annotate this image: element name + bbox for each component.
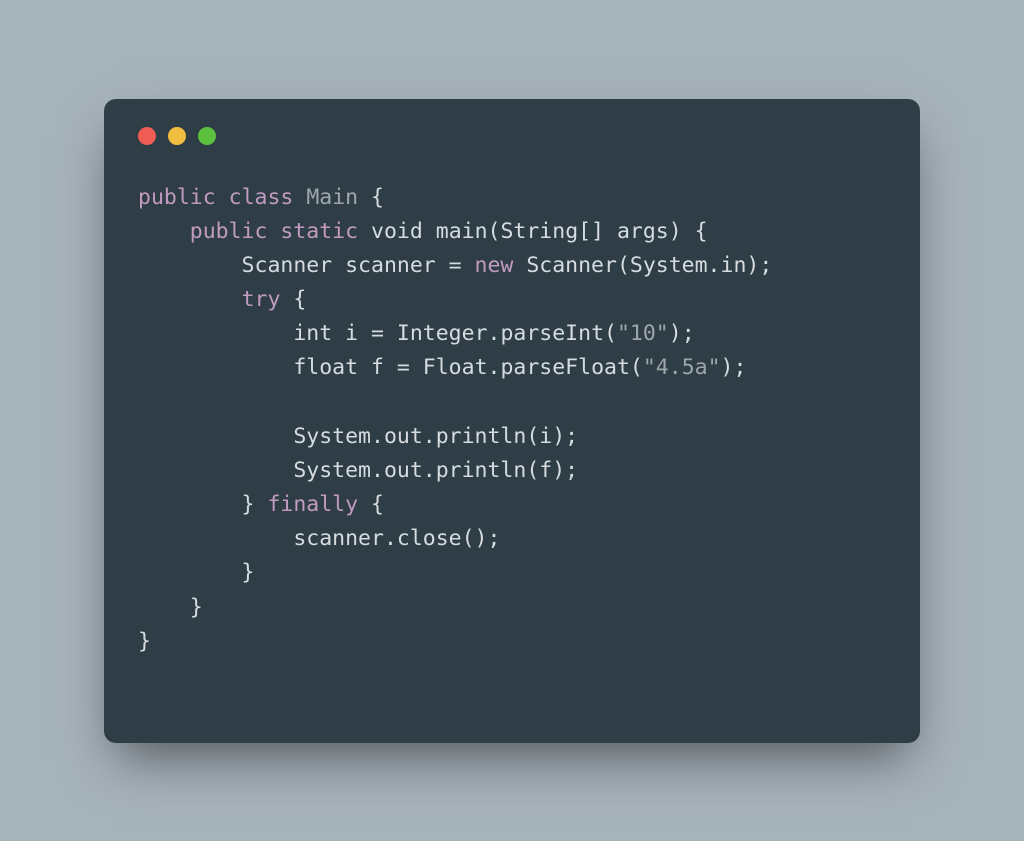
code-content: public class Main { public static void m…	[138, 181, 886, 659]
code-window: public class Main { public static void m…	[104, 99, 920, 743]
traffic-lights	[138, 127, 886, 145]
close-icon[interactable]	[138, 127, 156, 145]
minimize-icon[interactable]	[168, 127, 186, 145]
maximize-icon[interactable]	[198, 127, 216, 145]
